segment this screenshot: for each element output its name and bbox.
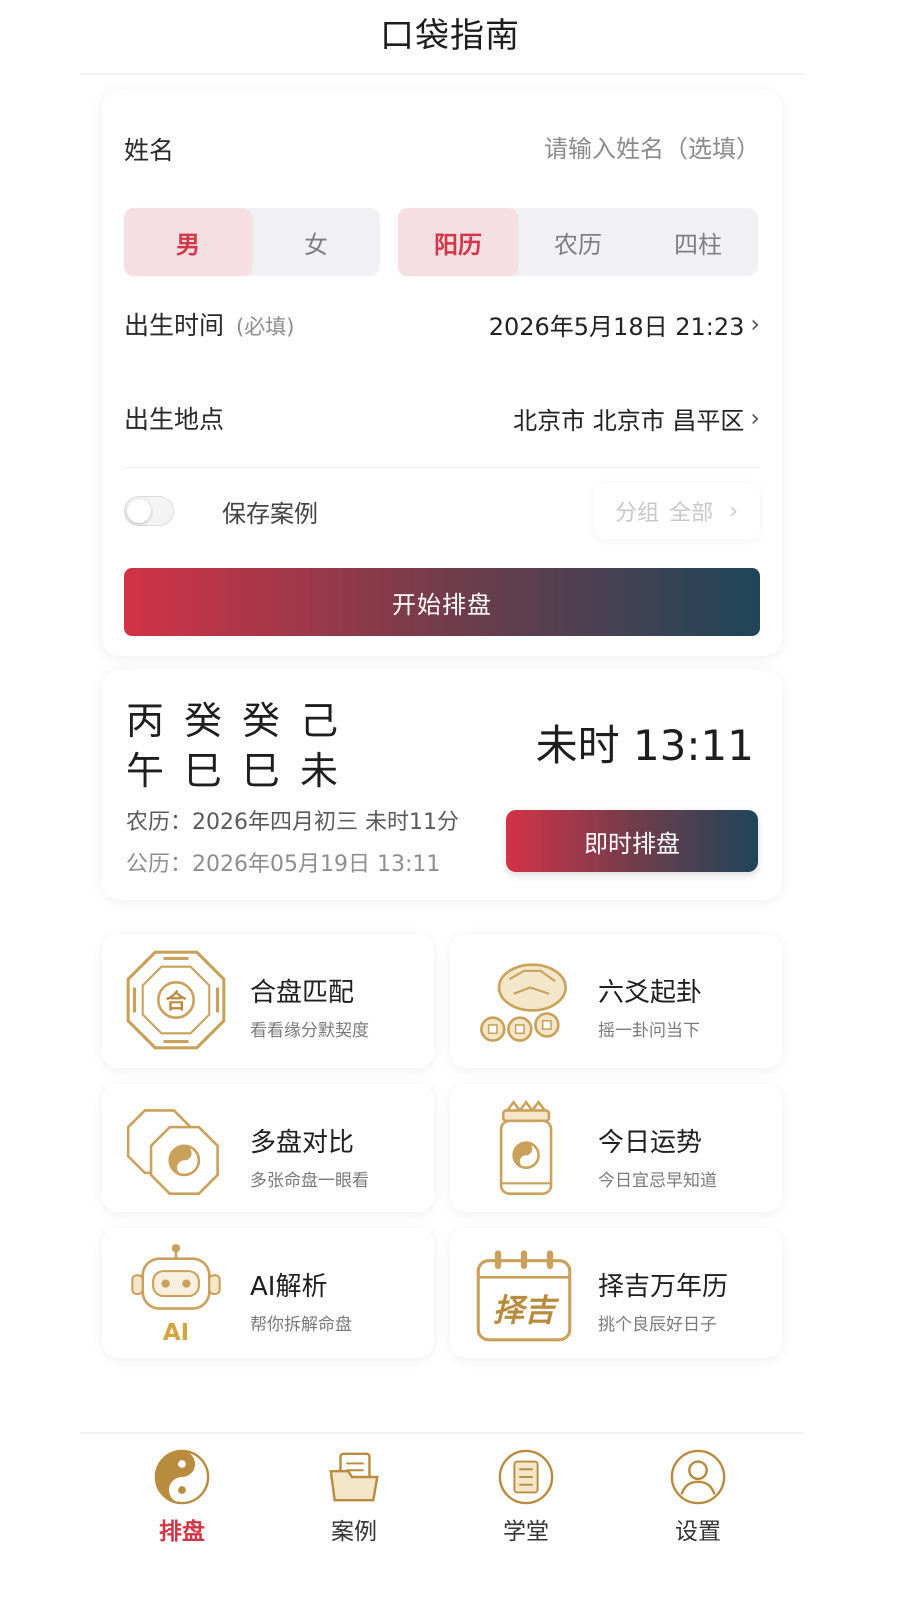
birth-place-value[interactable]: 北京市 北京市 昌平区 [513, 401, 744, 436]
book-icon [497, 1448, 555, 1506]
yin-yang-icon [153, 1448, 211, 1506]
bagua-compare-icon [124, 1098, 228, 1202]
header-divider [80, 73, 804, 75]
feature-title: 今日运势 [598, 1128, 703, 1158]
nav-label: 案例 [331, 1519, 377, 1545]
earthly-branches: 午巳巳未 [126, 749, 359, 793]
instant-chart-button[interactable]: 即时排盘 [506, 810, 758, 872]
birth-place-label: 出生地点 [124, 405, 225, 434]
coins-tortoise-icon [472, 948, 576, 1052]
feature-card-ai[interactable]: AI AI解析 帮你拆解命盘 [102, 1228, 434, 1358]
feature-subtitle: 看看缘分默契度 [250, 1021, 369, 1041]
page-title: 口袋指南 [380, 16, 520, 56]
name-input[interactable] [420, 135, 760, 163]
feature-card-liuyao[interactable]: 六爻起卦 摇一卦问当下 [450, 934, 782, 1068]
solar-date: 公历：2026年05月19日 13:11 [126, 852, 441, 877]
toggle-knob [127, 499, 151, 523]
calendar-icon-text: 择吉 [493, 1293, 560, 1329]
nav-label: 设置 [675, 1519, 721, 1545]
lunar-date: 农历：2026年四月初三 未时11分 [126, 810, 459, 835]
divider [124, 467, 760, 468]
nav-label: 排盘 [159, 1519, 205, 1545]
feature-card-compare[interactable]: 多盘对比 多张命盘一眼看 [102, 1084, 434, 1212]
feature-subtitle: 今日宜忌早知道 [598, 1171, 717, 1191]
calendar-lunar-option[interactable]: 农历 [518, 208, 638, 276]
feature-card-fortune[interactable]: 今日运势 今日宜忌早知道 [450, 1084, 782, 1212]
folder-icon [325, 1448, 383, 1506]
gender-selector: 男 女 [124, 208, 380, 276]
ai-robot-icon: AI [124, 1242, 228, 1346]
name-label: 姓名 [124, 136, 175, 165]
chevron-right-icon: › [750, 404, 760, 432]
group-label: 分组 [615, 501, 660, 526]
bottom-nav: 排盘 案例 学堂 设置 [96, 1448, 816, 1548]
birth-time-label: 出生时间 [124, 311, 225, 340]
nav-divider [80, 1432, 804, 1434]
calendar-four-pillars-option[interactable]: 四柱 [638, 208, 758, 276]
group-selector[interactable]: 分组 全部 › [593, 483, 760, 539]
feature-title: AI解析 [250, 1272, 328, 1302]
gender-male-option[interactable]: 男 [124, 208, 252, 276]
feature-card-calendar[interactable]: 择吉 择吉万年历 挑个良辰好日子 [450, 1228, 782, 1358]
calendar-zeji-icon: 择吉 [472, 1242, 576, 1346]
feature-title: 择吉万年历 [598, 1272, 729, 1302]
fortune-jar-icon [472, 1098, 576, 1202]
calendar-solar-option[interactable]: 阳历 [398, 208, 518, 276]
feature-title: 多盘对比 [250, 1128, 355, 1158]
app-header: 口袋指南 [0, 0, 900, 76]
feature-title: 合盘匹配 [250, 978, 355, 1008]
gender-female-option[interactable]: 女 [252, 208, 380, 276]
nav-item-chart[interactable]: 排盘 [96, 1448, 268, 1548]
birth-form-card: 姓名 男 女 阳历 农历 四柱 出生时间 (必填) 2026年5月18日 21:… [102, 90, 782, 656]
birth-place-row[interactable]: 出生地点 北京市 北京市 昌平区 › [124, 388, 760, 448]
nav-item-cases[interactable]: 案例 [268, 1448, 440, 1548]
birth-time-value[interactable]: 2026年5月18日 21:23 [489, 307, 745, 342]
feature-subtitle: 多张命盘一眼看 [250, 1171, 369, 1191]
feature-card-match[interactable]: 合 合盘匹配 看看缘分默契度 [102, 934, 434, 1068]
nav-label: 学堂 [503, 1519, 549, 1545]
chevron-right-icon: › [750, 310, 760, 338]
name-row: 姓名 [124, 118, 760, 180]
start-chart-button[interactable]: 开始排盘 [124, 568, 760, 636]
current-time: 未时 13:11 [535, 721, 754, 770]
feature-subtitle: 摇一卦问当下 [598, 1021, 700, 1041]
ai-icon-text: AI [163, 1320, 189, 1346]
group-value: 全部 [669, 501, 714, 526]
heavenly-stems: 丙癸癸己 [126, 699, 359, 743]
nav-item-school[interactable]: 学堂 [440, 1448, 612, 1548]
save-case-label: 保存案例 [222, 499, 318, 528]
bagua-center-text: 合 [166, 989, 187, 1013]
required-note: (必填) [236, 315, 295, 339]
user-icon [669, 1448, 727, 1506]
feature-title: 六爻起卦 [598, 978, 703, 1008]
save-case-toggle[interactable] [124, 496, 174, 526]
birth-time-row[interactable]: 出生时间 (必填) 2026年5月18日 21:23 › [124, 294, 760, 354]
feature-subtitle: 挑个良辰好日子 [598, 1315, 717, 1335]
current-pillars-card: 丙癸癸己 午巳巳未 未时 13:11 农历：2026年四月初三 未时11分 公历… [102, 670, 782, 900]
bagua-he-icon: 合 [124, 948, 228, 1052]
calendar-type-selector: 阳历 农历 四柱 [398, 208, 758, 276]
save-case-row: 保存案例 分组 全部 › [124, 482, 760, 540]
chevron-right-icon: › [729, 498, 738, 524]
feature-subtitle: 帮你拆解命盘 [250, 1315, 352, 1335]
nav-item-settings[interactable]: 设置 [612, 1448, 784, 1548]
